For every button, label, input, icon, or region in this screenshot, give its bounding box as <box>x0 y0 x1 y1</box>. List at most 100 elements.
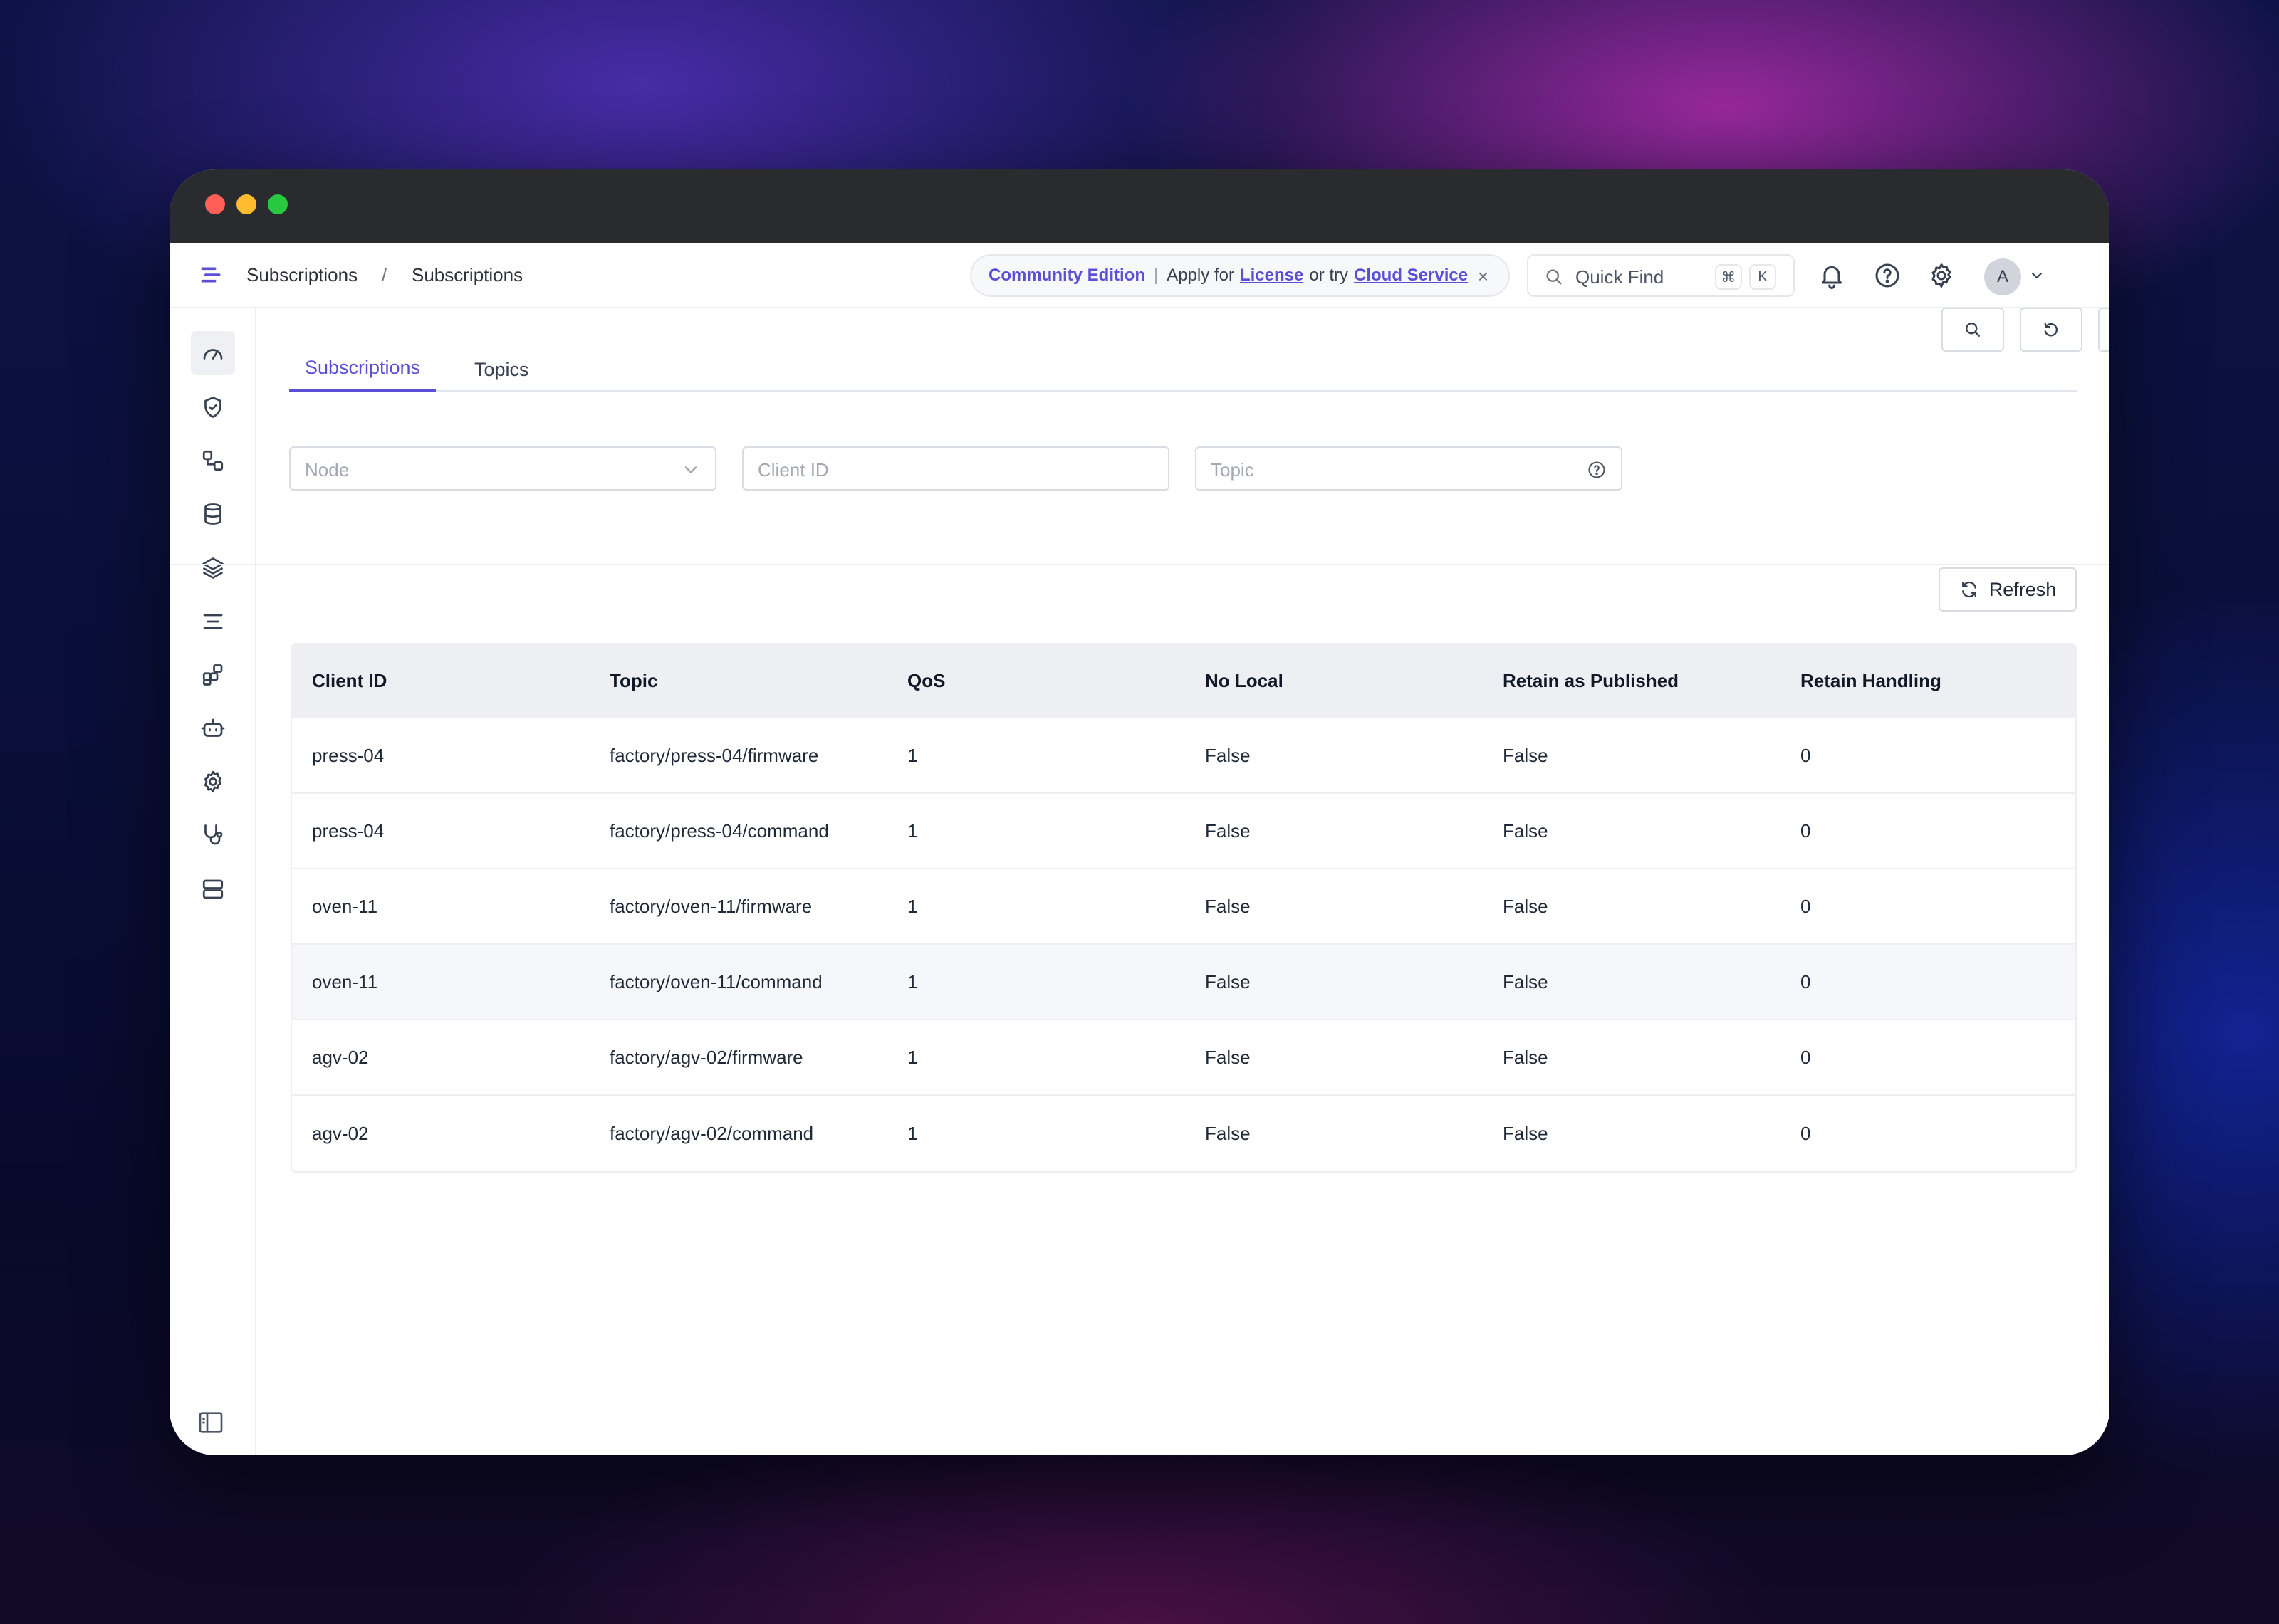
cell-qos: 1 <box>907 1046 918 1068</box>
expand-filters-button[interactable] <box>2098 308 2109 352</box>
search-icon <box>1546 269 1562 285</box>
refresh-icon <box>1961 581 1976 598</box>
menu-icon[interactable] <box>198 262 224 288</box>
cell-no-local: False <box>1205 895 1251 917</box>
question-circle-icon[interactable] <box>1587 460 1607 480</box>
dashboard-icon <box>203 349 223 360</box>
sidebar-item-connections[interactable] <box>191 439 235 483</box>
table-row[interactable]: press-04 factory/press-04/firmware 1 Fal… <box>292 718 2075 794</box>
chevron-down-icon[interactable] <box>2028 267 2045 284</box>
search-button[interactable] <box>1941 308 2004 352</box>
table-row[interactable]: agv-02 factory/agv-02/firmware 1 False F… <box>292 1020 2075 1096</box>
breadcrumb-section[interactable]: Subscriptions <box>246 264 358 286</box>
cell-qos: 1 <box>907 819 918 842</box>
banner-divider: | <box>1153 266 1159 285</box>
cell-qos: 1 <box>907 744 918 766</box>
tab-bar: Subscriptions Topics <box>289 347 2077 392</box>
table-row[interactable]: agv-02 factory/agv-02/command 1 False Fa… <box>292 1096 2075 1171</box>
sidebar-item-settings[interactable] <box>191 760 235 804</box>
cell-retain-as-published: False <box>1503 895 1548 917</box>
reset-button[interactable] <box>2020 308 2082 352</box>
sidebar-item-cluster[interactable] <box>191 867 235 911</box>
cell-no-local: False <box>1205 1122 1251 1144</box>
column-header-retain-as-published: Retain as Published <box>1503 669 1679 691</box>
sidebar-nav <box>170 308 256 1455</box>
shortcut-letter-key: K <box>1749 264 1776 290</box>
column-header-no-local: No Local <box>1205 669 1283 691</box>
reset-icon <box>2044 323 2058 337</box>
breadcrumb-separator: / <box>382 264 387 285</box>
bell-icon[interactable] <box>1818 261 1846 290</box>
apply-text: Apply for <box>1167 266 1234 285</box>
cell-client-id: oven-11 <box>312 970 378 992</box>
cell-topic: factory/agv-02/firmware <box>610 1046 803 1068</box>
breadcrumb-current-page: Subscriptions <box>412 264 523 285</box>
cell-retain-handling: 0 <box>1800 895 1811 917</box>
refresh-button[interactable]: Refresh <box>1939 567 2077 612</box>
cell-topic: factory/press-04/firmware <box>610 744 819 766</box>
subscriptions-table: Client ID Topic QoS No Local Retain as P… <box>291 643 2077 1173</box>
sidebar-item-diagnose[interactable] <box>191 813 235 857</box>
search-icon <box>1966 323 1980 337</box>
column-header-topic: Topic <box>610 669 658 691</box>
license-link[interactable]: License <box>1240 266 1303 285</box>
sidebar-item-ai[interactable] <box>191 706 235 750</box>
topic-input[interactable]: Topic <box>1195 446 1622 491</box>
cell-retain-handling: 0 <box>1800 970 1811 992</box>
client-id-input[interactable]: Client ID <box>742 446 1169 491</box>
quick-find-button[interactable]: Quick Find ⌘ K <box>1527 254 1795 297</box>
refresh-label: Refresh <box>1988 578 2057 600</box>
layers-icon <box>202 557 224 579</box>
cell-qos: 1 <box>907 1122 918 1144</box>
cell-client-id: agv-02 <box>312 1046 369 1068</box>
table-row-hovered[interactable]: oven-11 factory/oven-11/command 1 False … <box>292 945 2075 1020</box>
shield-check-icon <box>204 397 221 418</box>
sidebar-item-dashboard[interactable] <box>191 331 235 375</box>
server-icon <box>202 879 224 899</box>
cell-retain-handling: 0 <box>1800 744 1811 766</box>
cell-topic: factory/press-04/command <box>610 819 829 842</box>
node-select[interactable]: Node <box>289 446 716 491</box>
sidebar-item-data[interactable] <box>191 492 235 536</box>
cell-retain-as-published: False <box>1503 744 1548 766</box>
table-row[interactable]: press-04 factory/press-04/command 1 Fals… <box>292 794 2075 869</box>
cell-qos: 1 <box>907 895 918 917</box>
close-window-button[interactable] <box>205 194 225 214</box>
chevron-down-icon <box>684 466 697 473</box>
maximize-window-button[interactable] <box>268 194 288 214</box>
column-header-client-id: Client ID <box>312 669 387 691</box>
sidebar-item-logs[interactable] <box>191 599 235 644</box>
sidebar-item-access-control[interactable] <box>191 385 235 429</box>
diagnose-icon <box>204 824 223 845</box>
sidebar-item-layers[interactable] <box>191 546 235 590</box>
cell-topic: factory/oven-11/firmware <box>610 895 813 917</box>
cell-client-id: agv-02 <box>312 1122 369 1144</box>
cell-retain-as-published: False <box>1503 1122 1548 1144</box>
cell-no-local: False <box>1205 744 1251 766</box>
extensions-icon <box>202 664 223 686</box>
sidebar-item-extensions[interactable] <box>191 653 235 697</box>
user-avatar[interactable]: A <box>1984 258 2021 295</box>
table-row[interactable]: oven-11 factory/oven-11/firmware 1 False… <box>292 869 2075 945</box>
banner-close-icon[interactable]: × <box>1478 266 1488 288</box>
cloud-service-link[interactable]: Cloud Service <box>1354 266 1468 285</box>
cell-retain-as-published: False <box>1503 970 1548 992</box>
cell-client-id: press-04 <box>312 744 385 766</box>
tab-subscriptions[interactable]: Subscriptions <box>289 347 436 392</box>
gear-icon[interactable] <box>1927 261 1956 290</box>
edition-label: Community Edition <box>989 266 1145 285</box>
cell-qos: 1 <box>907 970 918 992</box>
bot-icon <box>201 718 225 737</box>
cell-no-local: False <box>1205 970 1251 992</box>
cell-retain-handling: 0 <box>1800 1122 1811 1144</box>
section-divider <box>170 564 2109 565</box>
quick-find-label: Quick Find <box>1575 266 1664 288</box>
sidebar-collapse-icon[interactable] <box>197 1408 225 1437</box>
cell-retain-handling: 0 <box>1800 1046 1811 1068</box>
shortcut-modifier-key: ⌘ <box>1715 264 1742 290</box>
help-icon[interactable] <box>1873 261 1902 290</box>
table-header-row: Client ID Topic QoS No Local Retain as P… <box>292 644 2075 718</box>
connections-icon <box>202 450 224 471</box>
tab-topics[interactable]: Topics <box>474 347 529 392</box>
minimize-window-button[interactable] <box>236 194 256 214</box>
